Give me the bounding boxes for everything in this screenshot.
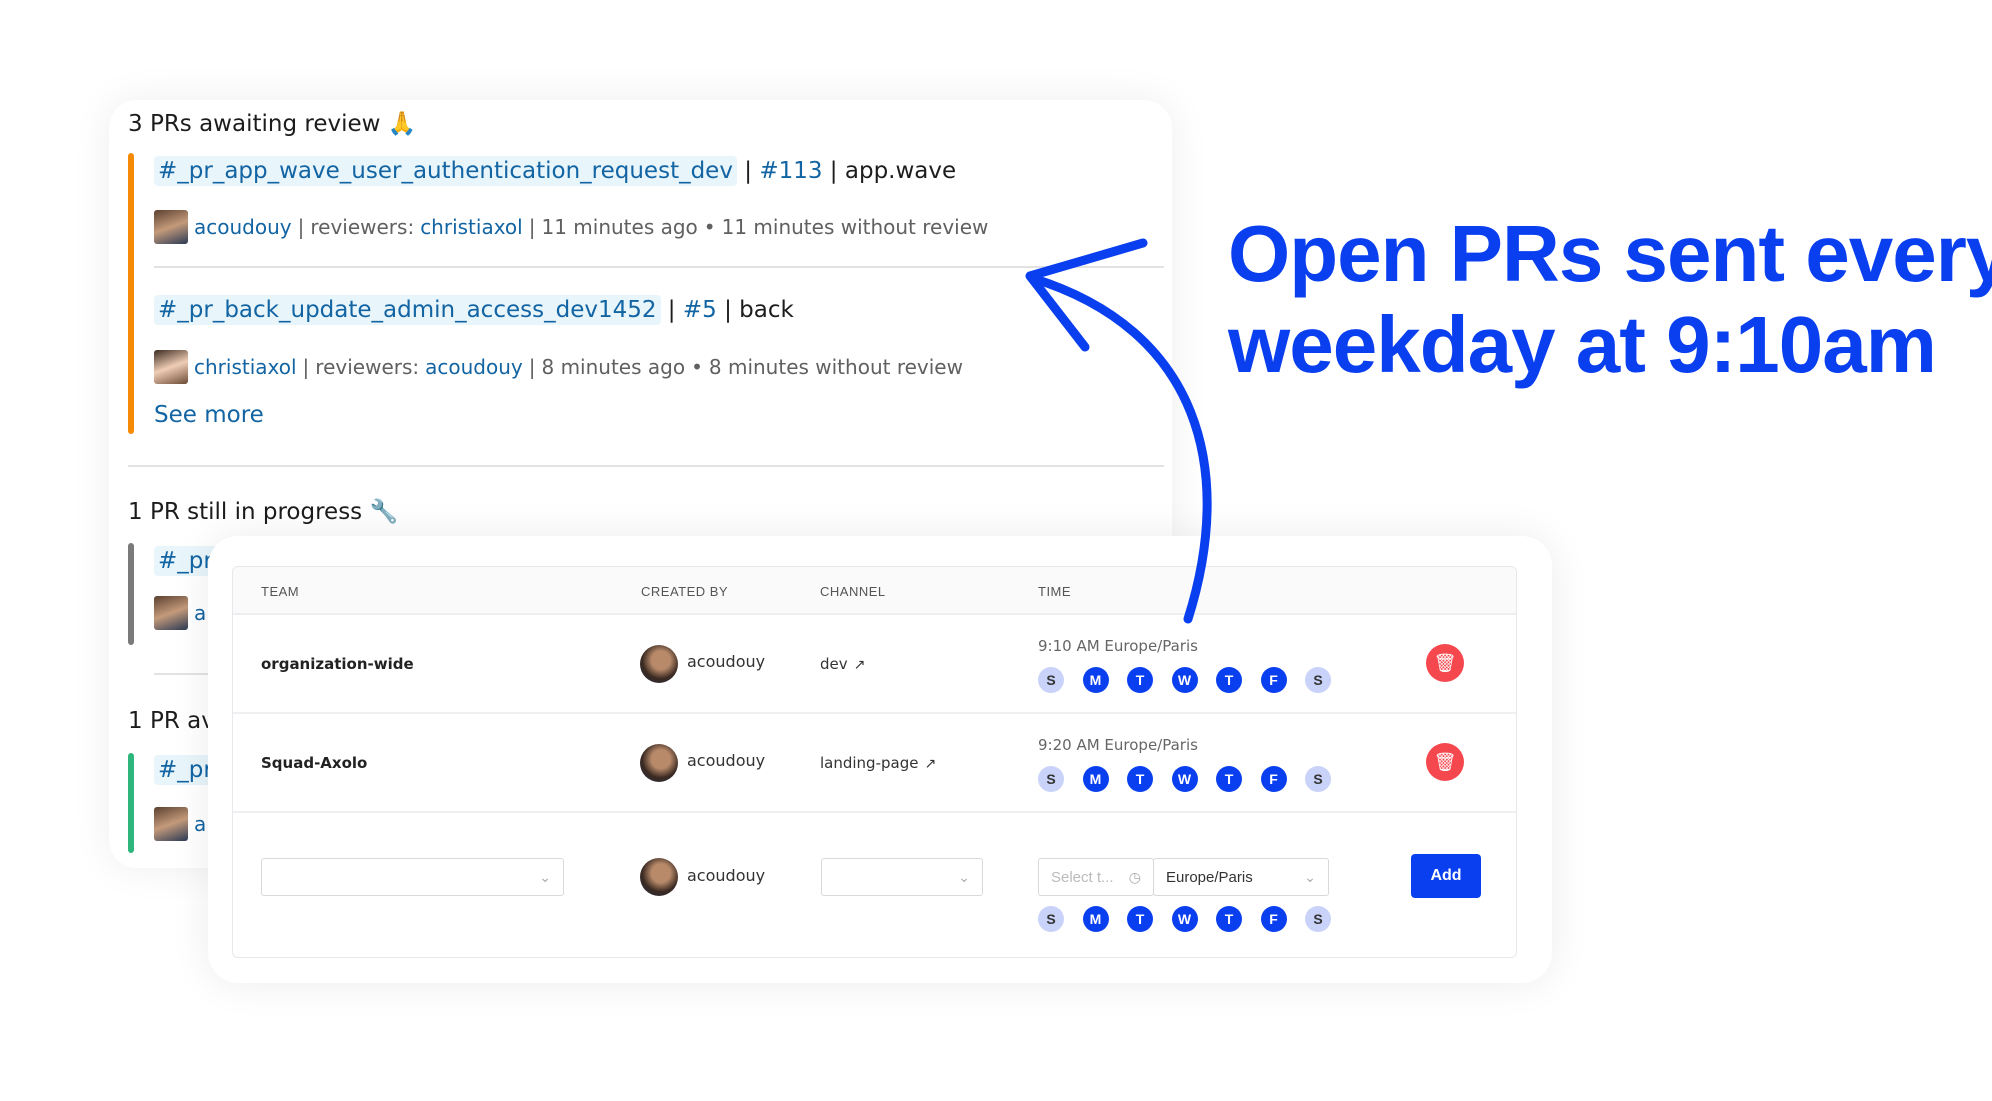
headline: Open PRs sent every weekday at 9:10am	[1228, 208, 1992, 390]
arrow-shaft	[1027, 273, 1212, 624]
arrow-head	[1025, 238, 1148, 352]
arrow-icon	[1025, 238, 1212, 624]
headline-line-1: Open PRs sent every	[1228, 209, 1992, 298]
headline-line-2: weekday at 9:10am	[1228, 300, 1937, 389]
